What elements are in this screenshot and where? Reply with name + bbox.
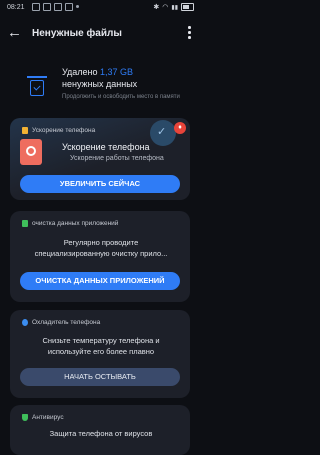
card-header-label: очистка данных приложений xyxy=(32,220,119,227)
signal-icon: ▮▮ xyxy=(171,4,178,11)
phone-boost-icon xyxy=(20,139,42,165)
card-header: Охладитель телефона xyxy=(22,319,100,326)
system-icons: ✱ ◠ ▮▮ xyxy=(153,3,194,11)
app-bar: ← Ненужные файлы xyxy=(0,20,200,48)
antivirus-shield-icon xyxy=(22,414,28,421)
card-header: очистка данных приложений xyxy=(22,220,118,227)
more-options-icon[interactable] xyxy=(188,26,191,41)
card-header: Антивирус xyxy=(22,414,64,421)
fire-badge-icon: ♦ xyxy=(174,122,186,134)
boost-small-icon xyxy=(22,127,28,134)
cooler-text: Снизьте температуру телефона и используй… xyxy=(42,336,160,356)
back-arrow-icon[interactable]: ← xyxy=(7,24,22,42)
card-header-label: Антивирус xyxy=(32,414,64,421)
trash-check-icon xyxy=(27,76,47,96)
cleanup-summary: Удалено 1,37 GB ненужных данных Продолжи… xyxy=(0,58,200,110)
antivirus-card: Антивирус Защита телефона от вирусов xyxy=(10,405,190,455)
status-bar: 08:21 ✱ ◠ ▮▮ xyxy=(0,0,200,16)
app-notification-icon xyxy=(32,3,40,11)
phone-cooler-card: Охладитель телефона Снизьте температуру … xyxy=(10,310,190,398)
phone-boost-card: Ускорение телефона ✓ ♦ Ускорение телефон… xyxy=(10,118,190,200)
cooler-icon xyxy=(22,319,28,326)
wifi-icon: ◠ xyxy=(162,4,169,11)
boost-now-button[interactable]: УВЕЛИЧИТЬ СЕЙЧАС xyxy=(20,175,180,193)
deleted-label: ненужных данных xyxy=(62,79,138,89)
status-time: 08:21 xyxy=(7,4,25,11)
deleted-prefix: Удалено xyxy=(62,67,98,77)
message-notification-icon xyxy=(65,3,73,11)
more-notifications-icon xyxy=(76,5,79,8)
card-header-label: Ускорение телефона xyxy=(32,127,96,134)
sms-notification-icon xyxy=(54,3,62,11)
page-title: Ненужные файлы xyxy=(32,28,122,39)
card-header: Ускорение телефона xyxy=(22,127,95,134)
boost-subtitle: Ускорение работы телефона xyxy=(70,155,164,162)
app-data-icon xyxy=(22,220,28,227)
antivirus-text: Защита телефона от вирусов xyxy=(49,429,153,438)
deleted-amount: Удалено 1,37 GB xyxy=(62,67,133,77)
battery-icon xyxy=(181,3,194,11)
settings-notification-icon xyxy=(43,3,51,11)
summary-hint: Продолжить и освободить место в памяти xyxy=(62,94,180,100)
bluetooth-icon: ✱ xyxy=(153,4,160,11)
app-data-cleanup-button[interactable]: ОЧИСТКА ДАННЫХ ПРИЛОЖЕНИЙ xyxy=(20,272,180,290)
card-header-label: Охладитель телефона xyxy=(32,319,101,326)
start-cooling-button[interactable]: НАЧАТЬ ОСТЫВАТЬ xyxy=(20,368,180,386)
boost-title: Ускорение телефона xyxy=(62,142,150,152)
app-cleanup-text: Регулярно проводите специализированную о… xyxy=(34,238,168,258)
deleted-size: 1,37 GB xyxy=(100,67,134,77)
shield-check-icon: ✓ xyxy=(150,120,176,146)
notification-icons xyxy=(32,3,79,11)
app-data-cleanup-card: очистка данных приложений Регулярно пров… xyxy=(10,211,190,302)
